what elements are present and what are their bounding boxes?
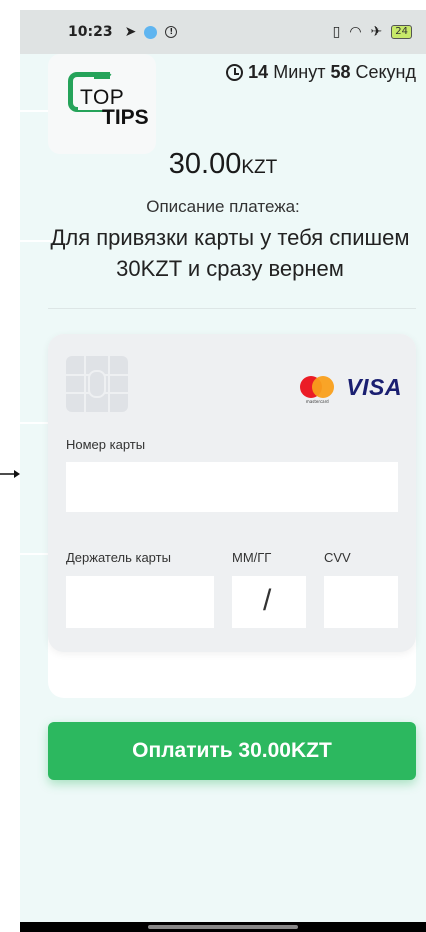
wifi-icon: ◠ — [349, 24, 362, 40]
vibrate-icon: ▯ — [332, 24, 341, 40]
mastercard-text: mastercard — [305, 398, 329, 404]
card-holder-label: Держатель карты — [66, 550, 171, 565]
card-brands: mastercard VISA — [300, 374, 402, 404]
cvv-label: CVV — [324, 550, 351, 565]
card-number-label: Номер карты — [66, 437, 146, 452]
amount-currency: KZT — [241, 157, 278, 178]
expiry-input[interactable]: / — [232, 576, 306, 628]
location-arrow-icon: ➤ — [124, 24, 137, 40]
top-tips-logo: TOP TIPS — [48, 54, 156, 154]
pay-button[interactable]: Оплатить 30.00KZT — [48, 722, 416, 780]
timer-minutes: 14 — [248, 62, 269, 82]
card-number-input[interactable] — [66, 462, 398, 512]
status-time: 10:23 — [68, 24, 113, 40]
notification-dot-icon — [144, 25, 158, 39]
home-gesture-handle[interactable] — [148, 925, 298, 929]
description-title: Описание платежа: — [146, 197, 300, 216]
arrow-right-icon — [0, 470, 20, 478]
payment-amount: 30.00KZT — [20, 148, 426, 181]
battery-icon: 24 — [391, 25, 412, 39]
clock-icon — [226, 64, 244, 81]
mastercard-logo-icon: mastercard — [300, 375, 335, 404]
amount-value: 30.00 — [168, 148, 242, 180]
payment-timer: 14 Минут 58 Секунд — [226, 62, 416, 83]
visa-logo: VISA — [346, 374, 402, 400]
expiry-separator: / — [263, 584, 272, 617]
system-nav-bar — [20, 922, 426, 932]
logo-text-tips: TIPS — [102, 106, 149, 129]
expiry-label: ММ/ГГ — [232, 550, 272, 565]
timer-seconds: 58 — [330, 62, 351, 82]
card-holder-input[interactable] — [66, 576, 214, 628]
card-form: mastercard VISA Номер карты Держатель ка… — [48, 334, 416, 652]
phone-screen: 10:23 ➤ ! ▯ ◠ ✈ 24 TOP TIPS 14 Минут 58 … — [20, 10, 426, 932]
info-icon: ! — [165, 26, 178, 38]
cvv-input[interactable] — [324, 576, 398, 628]
airplane-icon: ✈ — [370, 24, 383, 40]
divider — [48, 308, 416, 309]
card-chip-icon — [66, 356, 128, 412]
timer-seconds-label: Секунд — [355, 62, 416, 82]
status-bar: 10:23 ➤ ! ▯ ◠ ✈ 24 — [20, 10, 426, 54]
timer-minutes-label: Минут — [273, 62, 326, 82]
description-text: Для привязки карты у тебя спишем 30KZT и… — [50, 225, 410, 281]
